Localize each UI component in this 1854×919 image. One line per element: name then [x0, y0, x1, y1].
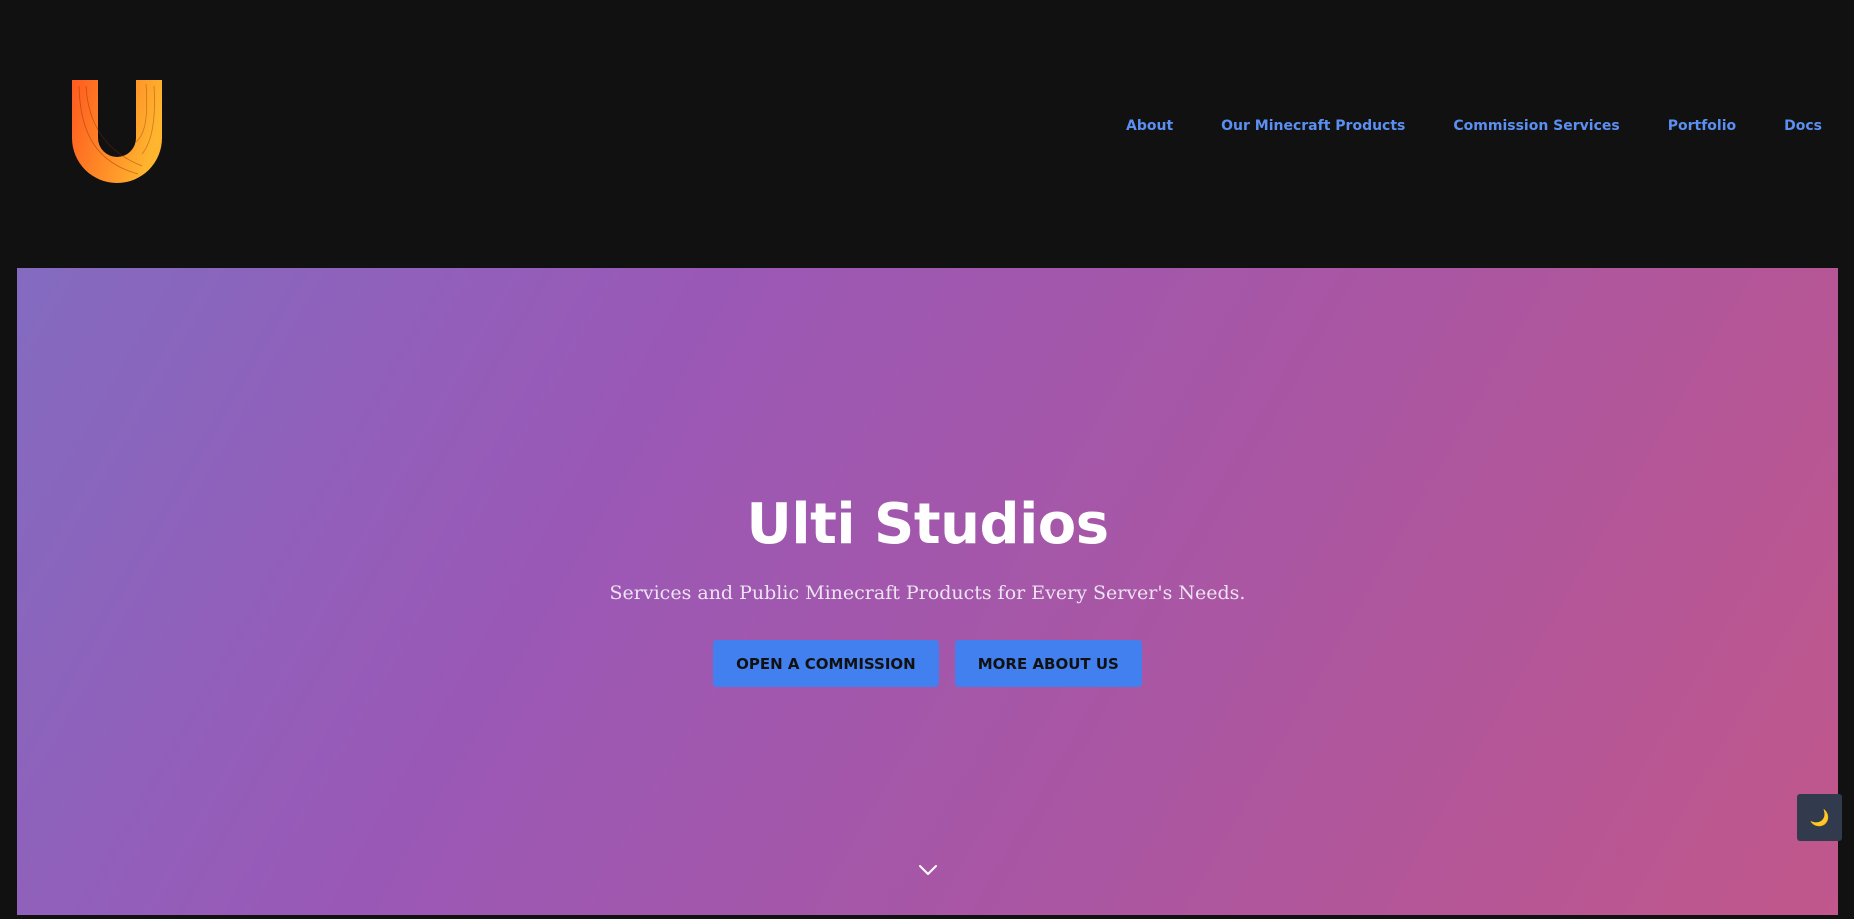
nav-commission-services[interactable]: Commission Services	[1453, 118, 1619, 134]
nav-docs[interactable]: Docs	[1784, 118, 1822, 134]
more-about-us-button[interactable]: MORE ABOUT US	[954, 640, 1142, 687]
open-commission-button[interactable]: OPEN A COMMISSION	[713, 640, 939, 687]
chevron-down-icon[interactable]	[918, 863, 938, 877]
hero-subtitle: Services and Public Minecraft Products f…	[609, 582, 1246, 604]
nav-minecraft-products[interactable]: Our Minecraft Products	[1221, 118, 1405, 134]
main-nav: About Our Minecraft Products Commission …	[1126, 118, 1822, 134]
ulti-studios-logo[interactable]	[72, 80, 162, 184]
nav-about[interactable]: About	[1126, 118, 1173, 134]
theme-toggle-button[interactable]: 🌙	[1797, 794, 1842, 841]
hero-buttons: OPEN A COMMISSION MORE ABOUT US	[17, 640, 1838, 687]
moon-icon: 🌙	[1809, 808, 1830, 827]
nav-portfolio[interactable]: Portfolio	[1668, 118, 1736, 134]
hero-section: Ulti Studios Services and Public Minecra…	[17, 268, 1838, 915]
hero-title: Ulti Studios	[746, 492, 1109, 557]
site-header: About Our Minecraft Products Commission …	[0, 0, 1854, 268]
